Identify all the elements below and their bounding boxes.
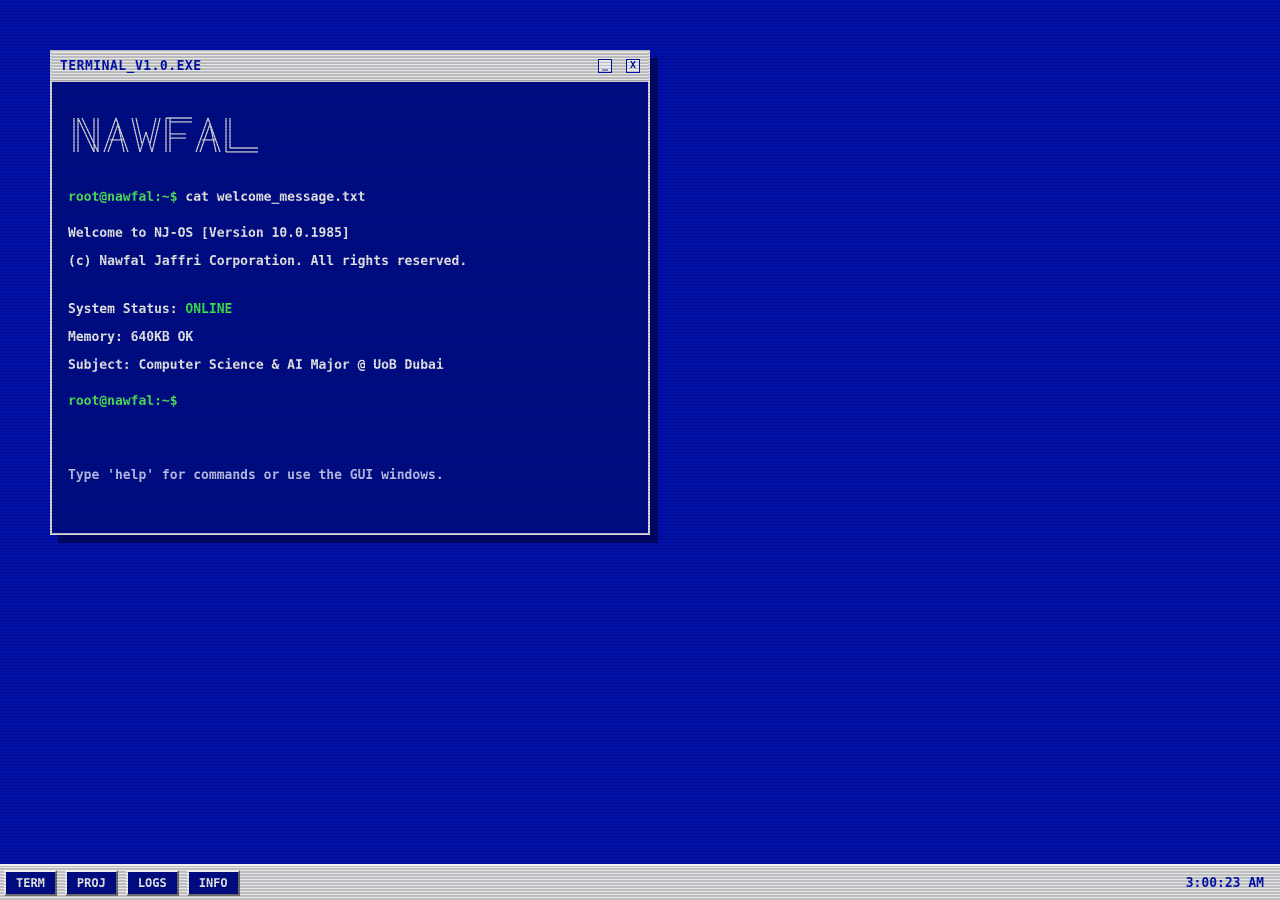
taskbar-clock: 3:00:23 AM (1185, 875, 1264, 891)
taskbar-button-proj[interactable]: PROJ (64, 870, 118, 896)
ascii-logo (70, 104, 632, 162)
status-label: System Status: (68, 302, 186, 317)
subject-line: Subject: Computer Science & AI Major @ U… (68, 358, 444, 373)
status-badge: ONLINE (185, 302, 233, 317)
command-line: root@nawfal:~$ cat welcome_message.txt (68, 184, 632, 212)
command-text: cat welcome_message.txt (177, 190, 366, 205)
minimize-button[interactable]: _ (598, 59, 612, 73)
ascii-logo-art (73, 117, 258, 153)
prompt-text: root@nawfal:~$ (68, 190, 178, 205)
taskbar-button-info[interactable]: INFO (186, 870, 240, 896)
help-hint: Type 'help' for commands or use the GUI … (68, 468, 444, 483)
terminal-window[interactable]: TERMINAL_V1.0.EXE _ X root@nawfal:~$ cat… (50, 50, 650, 535)
taskbar-button-term[interactable]: TERM (4, 870, 57, 896)
close-button[interactable]: X (626, 59, 640, 73)
memory-line: Memory: 640KB OK (68, 330, 194, 345)
prompt-text: root@nawfal:~$ (68, 394, 178, 409)
taskbar: TERM PROJ LOGS INFO 3:00:23 AM (0, 864, 1280, 900)
terminal-output: root@nawfal:~$ cat welcome_message.txt W… (52, 82, 648, 490)
window-title: TERMINAL_V1.0.EXE (60, 58, 202, 74)
window-titlebar[interactable]: TERMINAL_V1.0.EXE _ X (52, 52, 648, 82)
input-line[interactable]: root@nawfal:~$ (68, 388, 632, 416)
status-line: System Status: ONLINE (68, 296, 632, 324)
copyright-line: (c) Nawfal Jaffri Corporation. All right… (68, 254, 468, 269)
welcome-line: Welcome to NJ-OS [Version 10.0.1985] (68, 226, 350, 241)
taskbar-button-logs[interactable]: LOGS (125, 870, 179, 896)
